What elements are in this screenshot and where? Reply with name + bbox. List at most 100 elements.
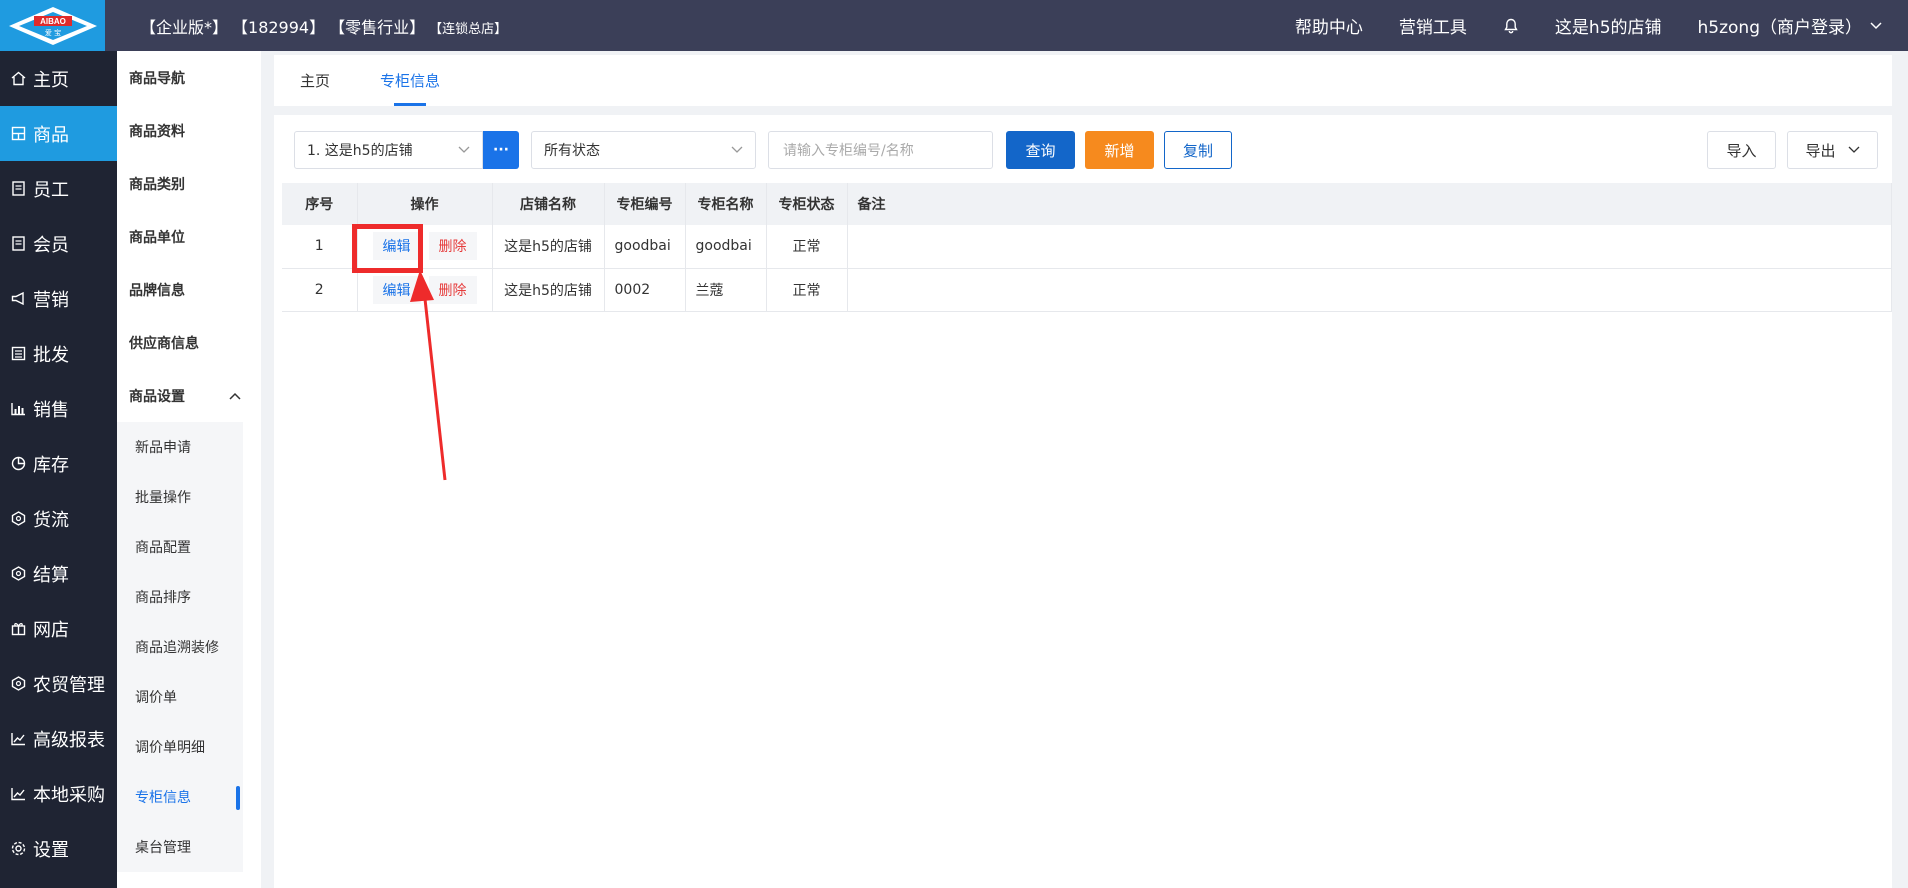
subnav-group-product-settings[interactable]: 商品设置 [117,369,261,422]
purchase-icon [11,788,25,801]
subnav-child-2[interactable]: 商品配置 [117,522,243,572]
marketing-tools-link[interactable]: 营销工具 [1399,13,1467,38]
subnav-child-1[interactable]: 批量操作 [117,472,243,522]
nav-item-12[interactable]: 高级报表 [0,711,117,766]
top-bar: AIBAO 爱 宝 【企业版*】 【182994】 【零售行业】 【连锁总店】 … [0,0,1908,51]
sales-chart-icon [11,403,25,416]
nav-item-13[interactable]: 本地采购 [0,766,117,821]
nav-item-8[interactable]: 货流 [0,491,117,546]
nav-item-11[interactable]: 农贸管理 [0,656,117,711]
status-select[interactable]: 所有状态 [531,131,756,169]
current-store-link[interactable]: 这是h5的店铺 [1555,13,1662,38]
subnav-child-6[interactable]: 调价单明细 [117,722,243,772]
subnav-child-8[interactable]: 桌台管理 [117,822,243,872]
subnav-item-1[interactable]: 商品资料 [117,104,261,157]
gear-icon [11,841,26,856]
subnav-item-4[interactable]: 品牌信息 [117,263,261,316]
subnav-child-0[interactable]: 新品申请 [117,422,243,472]
industry-label: 【零售行业】 [329,17,426,37]
nav-item-label: 本地采购 [33,784,105,806]
account-title: 【企业版*】 【182994】 【零售行业】 【连锁总店】 [140,14,507,38]
help-center-link[interactable]: 帮助中心 [1295,13,1363,38]
chevron-down-icon [458,146,470,153]
subnav-child-5[interactable]: 调价单 [117,672,243,722]
delete-button[interactable]: 删除 [428,232,477,261]
bell-icon[interactable] [1503,18,1519,34]
nav-item-6[interactable]: 销售 [0,381,117,436]
logo[interactable]: AIBAO 爱 宝 [0,0,105,51]
nav-item-label: 库存 [33,454,69,476]
annotation-arrow [410,270,447,481]
logo-subtext: 爱 宝 [44,28,60,37]
cell-status: 正常 [766,268,848,312]
inventory-icon [11,456,26,471]
subnav-item-2[interactable]: 商品类别 [117,157,261,210]
export-label: 导出 [1805,141,1836,160]
logo-text: AIBAO [40,17,66,26]
nav-item-0[interactable]: 主页 [0,51,117,106]
nav-item-3[interactable]: 会员 [0,216,117,271]
tab-home[interactable]: 主页 [300,55,330,106]
nav-item-1[interactable]: 商品 [0,106,117,161]
col-note: 备注 [847,183,1892,225]
add-button[interactable]: 新增 [1085,131,1154,169]
query-button[interactable]: 查询 [1006,131,1075,169]
nav-item-label: 结算 [33,564,69,586]
nav-item-10[interactable]: 网店 [0,601,117,656]
cell-store: 这是h5的店铺 [492,225,605,269]
nav-item-2[interactable]: 员工 [0,161,117,216]
subnav-children: 新品申请 批量操作 商品配置 商品排序 商品追溯装修 调价单 调价单明细 专柜信息 桌台管理 [117,422,243,872]
user-menu[interactable]: h5zong（商户登录） [1698,13,1882,38]
cell-name: 兰蔻 [685,268,767,312]
nav-item-label: 网店 [33,619,69,641]
col-actions: 操作 [357,183,493,225]
nav-item-4[interactable]: 营销 [0,271,117,326]
subnav-child-7[interactable]: 专柜信息 [117,772,243,822]
chevron-up-icon [229,392,241,400]
nav-item-9[interactable]: 结算 [0,546,117,601]
nav-item-label: 批发 [33,344,69,366]
home-icon [11,71,26,86]
subnav-item-0[interactable]: 商品导航 [117,51,261,104]
nav-item-label: 设置 [33,839,69,861]
subnav-item-5[interactable]: 供应商信息 [117,316,261,369]
main-area: 主页 专柜信息 1. 这是h5的店铺 ··· 所有状态 请输入专柜编号/名称 查… [274,55,1892,888]
chevron-down-icon [1870,21,1882,29]
report-icon [11,733,25,746]
store-select[interactable]: 1. 这是h5的店铺 [294,131,483,169]
cell-note [847,268,1892,312]
col-code: 专柜编号 [604,183,686,225]
sub-nav: 商品导航 商品资料 商品类别 商品单位 品牌信息 供应商信息商品设置新品申请 批量操作 商品配… [117,51,261,888]
table-row: 1 编辑 删除 这是h5的店铺 goodbai goodbai 正常 [282,225,1892,269]
nav-item-label: 营销 [33,289,69,311]
status-select-value: 所有状态 [544,143,600,159]
nav-item-7[interactable]: 库存 [0,436,117,491]
cell-status: 正常 [766,225,848,269]
import-button[interactable]: 导入 [1707,131,1776,169]
store-picker-button[interactable]: ··· [483,131,519,169]
search-input[interactable]: 请输入专柜编号/名称 [768,131,993,169]
filter-bar: 1. 这是h5的店铺 ··· 所有状态 请输入专柜编号/名称 查询 新增 复制 … [294,131,1878,169]
nav-item-label: 会员 [33,234,69,256]
product-icon [11,126,26,141]
nav-item-5[interactable]: 批发 [0,326,117,381]
col-name: 专柜名称 [685,183,767,225]
subnav-item-3[interactable]: 商品单位 [117,210,261,263]
nav-item-14[interactable]: 设置 [0,821,117,876]
tab-counter-info[interactable]: 专柜信息 [380,55,440,106]
cell-code: 0002 [604,268,686,312]
content-panel: 1. 这是h5的店铺 ··· 所有状态 请输入专柜编号/名称 查询 新增 复制 … [274,115,1892,888]
main-nav: 主页 商品 员工会员营销批发销售库存货流结算网店农贸管理 高级报表本地采购设置 [0,51,117,888]
subnav-child-3[interactable]: 商品排序 [117,572,243,622]
subnav-child-4[interactable]: 商品追溯装修 [117,622,243,672]
copy-button[interactable]: 复制 [1164,131,1232,169]
subnav-group-label: 商品设置 [129,388,185,405]
staff-icon [12,181,25,196]
nav-item-label: 货流 [33,509,69,531]
chevron-down-icon [1848,146,1859,153]
member-icon [12,236,25,251]
cell-code: goodbai [604,225,686,269]
logo-mark: AIBAO 爱 宝 [7,5,99,47]
logistics-icon [11,511,26,526]
export-button[interactable]: 导出 [1787,131,1878,169]
